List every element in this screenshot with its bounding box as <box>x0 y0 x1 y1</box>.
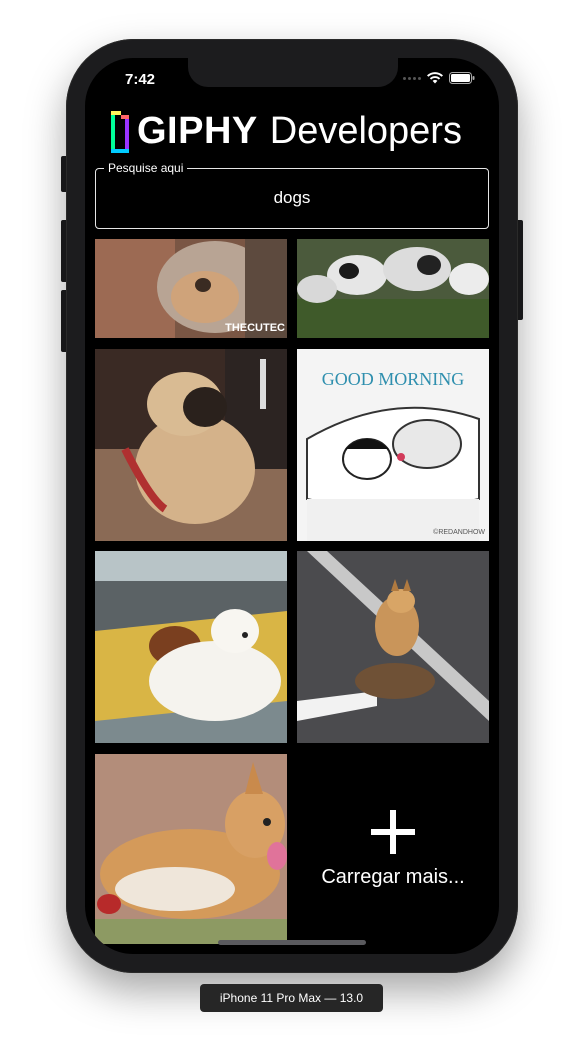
signal-icon <box>403 76 421 80</box>
wifi-icon <box>427 72 443 84</box>
battery-icon <box>449 72 475 84</box>
gif-shiba-on-tortoise[interactable] <box>297 551 489 743</box>
brand-subtitle: Developers <box>269 110 462 152</box>
gif-dog-closeup[interactable]: THECUTEC <box>95 239 287 338</box>
gif-title-text: GOOD MORNING <box>322 369 465 389</box>
giphy-developers-logo: GIPHY Developers <box>111 110 462 153</box>
status-icons <box>403 72 475 84</box>
giphy-logo-icon <box>111 110 129 153</box>
status-time: 7:42 <box>125 71 156 88</box>
home-indicator <box>218 940 366 945</box>
gif-two-dogs-blanket[interactable] <box>95 551 287 743</box>
brand-name: GIPHY <box>137 110 258 152</box>
gif-cows-grass[interactable] <box>297 239 489 338</box>
load-more-button[interactable]: Carregar mais... <box>297 754 489 944</box>
device-caption: iPhone 11 Pro Max — 13.0 <box>200 984 383 1012</box>
app-screen: 7:42 GIPHY Developers Pesquise aqui dogs… <box>85 58 499 954</box>
search-input[interactable]: Pesquise aqui dogs <box>95 161 489 229</box>
gif-pug-on-couch[interactable] <box>95 349 287 541</box>
search-value[interactable]: dogs <box>96 188 488 208</box>
gif-overlay-text: THECUTEC <box>225 322 285 334</box>
gif-credit-text: ©REDANDHOW <box>433 528 485 536</box>
search-label: Pesquise aqui <box>104 161 188 175</box>
gif-corgi-lying[interactable] <box>95 754 287 944</box>
notch <box>188 58 398 87</box>
load-more-label: Carregar mais... <box>321 865 465 888</box>
plus-icon <box>371 809 415 854</box>
gif-good-morning-cartoon[interactable]: GOOD MORNING ©REDANDHOW <box>297 349 489 541</box>
